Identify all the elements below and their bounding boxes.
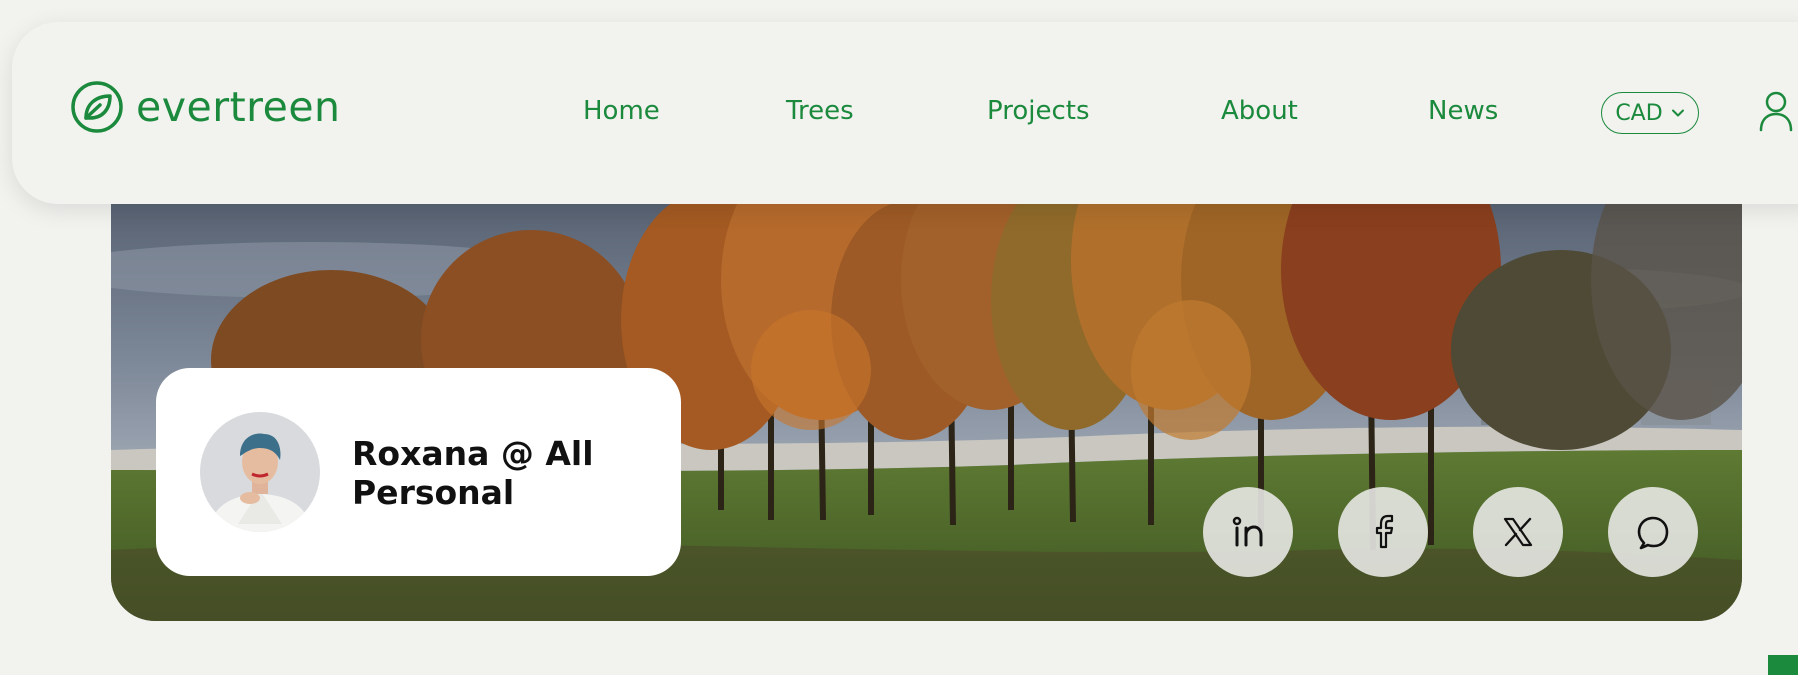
chevron-down-icon xyxy=(1671,109,1684,117)
x-share-button[interactable] xyxy=(1473,487,1563,577)
chat-icon xyxy=(1637,516,1669,550)
facebook-share-button[interactable] xyxy=(1338,487,1428,577)
accent-corner xyxy=(1768,655,1798,675)
linkedin-share-button[interactable] xyxy=(1203,487,1293,577)
nav-news[interactable]: News xyxy=(1428,96,1498,127)
nav-home[interactable]: Home xyxy=(583,96,660,127)
avatar xyxy=(200,412,320,532)
site-header: evertreen Home Trees Projects About News… xyxy=(12,22,1798,204)
nav-trees[interactable]: Trees xyxy=(786,96,854,127)
profile-card: Roxana @ All Personal xyxy=(156,368,681,576)
facebook-icon xyxy=(1375,514,1394,549)
x-icon xyxy=(1503,517,1533,547)
nav-about[interactable]: About xyxy=(1221,96,1298,127)
user-icon[interactable] xyxy=(1758,90,1794,132)
chat-share-button[interactable] xyxy=(1608,487,1698,577)
nav-projects[interactable]: Projects xyxy=(987,96,1090,127)
linkedin-icon xyxy=(1232,516,1263,547)
logo-link[interactable]: evertreen xyxy=(70,80,341,134)
currency-selector[interactable]: CAD xyxy=(1601,92,1699,134)
leaf-circle-icon xyxy=(71,81,123,133)
profile-name: Roxana @ All Personal xyxy=(352,434,594,512)
currency-value: CAD xyxy=(1615,100,1663,126)
brand-name: evertreen xyxy=(136,82,341,131)
